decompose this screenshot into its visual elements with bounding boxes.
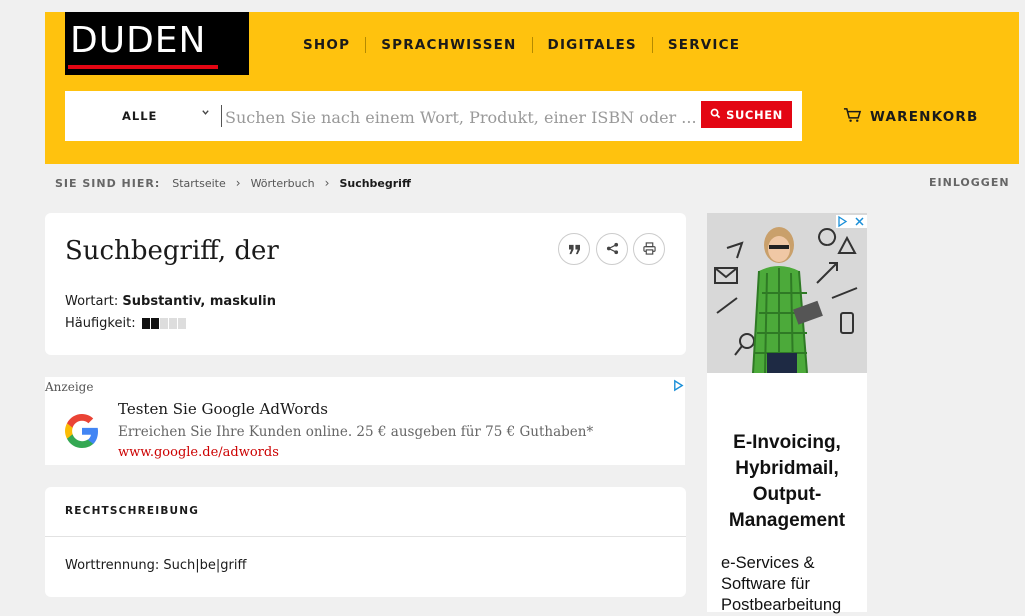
printer-icon xyxy=(642,240,656,259)
main-nav: SHOP SPRACHWISSEN DIGITALES SERVICE xyxy=(288,35,755,55)
text-cursor xyxy=(221,105,222,127)
breadcrumb-woerterbuch[interactable]: Wörterbuch xyxy=(251,177,315,190)
side-ad-headline[interactable]: E-Invoicing, Hybridmail, Output- Managem… xyxy=(707,430,867,534)
side-ad-subtext[interactable]: e-Services & Software für Postbearbeitun… xyxy=(721,553,867,616)
worttrennung: Worttrennung: Such|be|griff xyxy=(65,558,247,573)
logo-text[interactable]: DUDEN xyxy=(70,21,206,61)
search-button[interactable]: SUCHEN xyxy=(701,101,792,128)
print-button[interactable] xyxy=(633,233,665,265)
breadcrumb: SIE SIND HIER: Startseite › Wörterbuch ›… xyxy=(55,176,411,190)
nav-sprachwissen[interactable]: SPRACHWISSEN xyxy=(365,37,531,53)
ad-photo[interactable] xyxy=(707,213,867,374)
ad-label: Anzeige xyxy=(45,380,94,394)
search-input[interactable] xyxy=(223,102,697,132)
cart-label: WARENKORB xyxy=(870,109,979,125)
frequency-bar xyxy=(177,318,186,329)
word-frequency: Häufigkeit: xyxy=(65,316,186,331)
cite-button[interactable] xyxy=(558,233,590,265)
nav-digitales[interactable]: DIGITALES xyxy=(531,37,652,53)
chevron-right-icon: › xyxy=(235,176,241,190)
frequency-meter xyxy=(141,318,186,329)
word-type-label: Wortart: xyxy=(65,294,119,309)
login-link[interactable]: EINLOGGEN xyxy=(929,176,1010,189)
ad-description: Erreichen Sie Ihre Kunden online. 25 € a… xyxy=(118,424,594,440)
chevron-down-icon[interactable] xyxy=(201,107,210,120)
ad-url[interactable]: www.google.de/adwords xyxy=(118,445,279,460)
word-type-value: Substantiv, maskulin xyxy=(122,294,276,309)
breadcrumb-current: Suchbegriff xyxy=(339,176,411,190)
quote-icon xyxy=(568,240,581,259)
word-type: Wortart: Substantiv, maskulin xyxy=(65,294,276,309)
divider xyxy=(45,536,686,537)
share-icon xyxy=(606,240,619,259)
word-title: Suchbegriff, der xyxy=(65,236,279,266)
nav-shop[interactable]: SHOP xyxy=(288,37,365,53)
cart-button[interactable]: WARENKORB xyxy=(843,107,978,127)
ad-choices-icon[interactable] xyxy=(672,377,685,396)
search-icon xyxy=(710,108,721,122)
frequency-bar xyxy=(159,318,168,329)
ad-headline[interactable]: Testen Sie Google AdWords xyxy=(118,400,328,418)
breadcrumb-startseite[interactable]: Startseite xyxy=(172,177,226,190)
share-button[interactable] xyxy=(596,233,628,265)
logo-underline xyxy=(68,65,218,69)
rechtschreibung-heading: RECHTSCHREIBUNG xyxy=(65,505,200,517)
nav-service[interactable]: SERVICE xyxy=(651,37,755,53)
search-category-select[interactable]: ALLE xyxy=(65,91,215,141)
search-button-label: SUCHEN xyxy=(726,107,783,122)
chevron-right-icon: › xyxy=(324,176,330,190)
frequency-bar xyxy=(141,318,150,329)
ad-choices-icon[interactable] xyxy=(836,213,867,232)
frequency-bar xyxy=(168,318,177,329)
google-logo-icon xyxy=(60,409,104,457)
shopping-cart-icon xyxy=(843,107,862,127)
word-entry-card xyxy=(45,213,686,355)
rechtschreibung-card xyxy=(45,487,686,597)
frequency-bar xyxy=(150,318,159,329)
frequency-label: Häufigkeit: xyxy=(65,316,136,331)
breadcrumb-lead: SIE SIND HIER: xyxy=(55,176,161,190)
